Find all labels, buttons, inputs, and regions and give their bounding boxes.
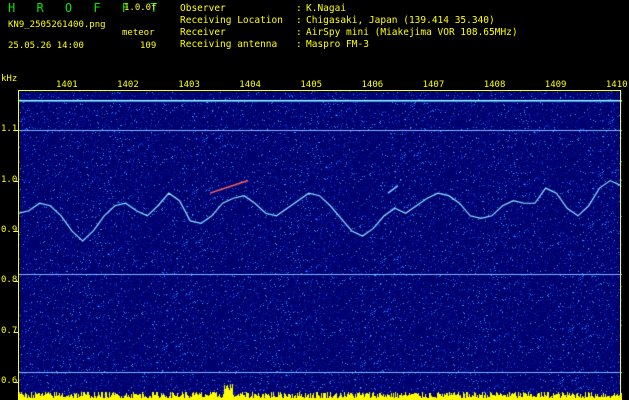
info-label-antenna: Receiving antenna bbox=[180, 39, 278, 50]
timestamp: 25.05.26 14:00 bbox=[8, 41, 84, 51]
x-tick-label: 1410 bbox=[605, 80, 628, 90]
info-sep: : bbox=[296, 39, 302, 50]
y-tick-label: 1.1 bbox=[1, 124, 18, 135]
y-tick-label: 0.8 bbox=[1, 275, 18, 286]
y-tick-label: 0.9 bbox=[1, 224, 18, 235]
file-name: KN9_2505261400.png bbox=[8, 20, 106, 30]
y-unit-label: kHz bbox=[1, 74, 18, 84]
info-value-antenna: Maspro FM-3 bbox=[306, 39, 369, 50]
x-tick-label: 1401 bbox=[56, 80, 78, 90]
mode-label: meteor bbox=[122, 28, 155, 38]
info-value-receiver: AirSpy mini (Miakejima VOR 108.65MHz) bbox=[306, 27, 518, 38]
x-tick-label: 1405 bbox=[300, 80, 323, 90]
info-label-observer: Observer bbox=[180, 3, 226, 14]
x-tick-label: 1404 bbox=[239, 80, 261, 90]
info-value-observer: K.Nagai bbox=[306, 3, 347, 14]
y-tick-label: 0.6 bbox=[1, 376, 18, 386]
info-label-location: Receiving Location bbox=[180, 15, 283, 26]
y-tick-label: 1.0 bbox=[1, 174, 18, 185]
x-tick-label: 1409 bbox=[544, 80, 567, 90]
info-sep: : bbox=[296, 15, 302, 26]
info-value-location: Chigasaki, Japan (139.414 35.340) bbox=[306, 15, 495, 26]
x-tick-label: 1403 bbox=[178, 80, 200, 90]
info-sep: : bbox=[296, 27, 302, 38]
x-tick-label: 1402 bbox=[117, 80, 139, 90]
count-value: 109 bbox=[140, 41, 157, 51]
version-label: 1.0.0f bbox=[124, 3, 157, 13]
x-tick-label: 1408 bbox=[483, 80, 506, 90]
x-tick-label: 1406 bbox=[361, 80, 384, 90]
x-tick-label: 1407 bbox=[422, 80, 445, 90]
info-sep: : bbox=[296, 3, 302, 14]
y-tick-label: 0.7 bbox=[1, 325, 18, 336]
spectrogram bbox=[18, 90, 622, 400]
info-label-receiver: Receiver bbox=[180, 27, 226, 38]
